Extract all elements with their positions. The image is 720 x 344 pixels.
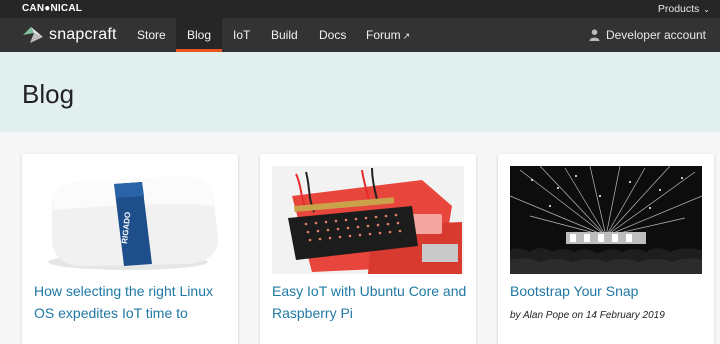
concert-crowd-image[interactable] xyxy=(510,166,702,274)
external-link-icon: ↗ xyxy=(402,31,411,41)
byline-mid: on xyxy=(571,310,584,321)
snapcraft-bird-icon xyxy=(23,27,43,43)
page-title: Blog xyxy=(22,79,75,109)
blog-card: Easy IoT with Ubuntu Core and Raspberry … xyxy=(260,154,476,344)
card-title-link[interactable]: How selecting the right Linux OS expedit… xyxy=(34,280,230,324)
canonical-topbar: CAN●NICAL Products ⌄ xyxy=(0,0,720,18)
rigado-gateway-image[interactable]: RIGADO xyxy=(34,166,226,274)
products-menu[interactable]: Products ⌄ xyxy=(658,3,710,15)
nav-forum[interactable]: Forum ↗ xyxy=(355,18,421,52)
byline-author: Alan Pope xyxy=(522,310,570,321)
nav-iot[interactable]: IoT xyxy=(222,18,261,52)
nav-forum-label: Forum xyxy=(366,28,401,42)
products-label: Products xyxy=(657,3,700,15)
developer-account-link[interactable]: Developer account xyxy=(589,18,706,52)
main-navbar: snapcraft Store Blog IoT Build Docs Foru… xyxy=(0,18,720,52)
developer-account-label: Developer account xyxy=(605,28,706,42)
nav-build[interactable]: Build xyxy=(260,18,309,52)
byline-prefix: by xyxy=(510,310,521,321)
card-byline: by Alan Pope on 14 February 2019 xyxy=(510,310,665,321)
nav-store[interactable]: Store xyxy=(126,18,177,52)
blog-card: Bootstrap Your Snap by Alan Pope on 14 F… xyxy=(498,154,714,344)
logo-text: snapcraft xyxy=(49,26,117,43)
page-hero: Blog xyxy=(0,52,720,132)
nav-blog[interactable]: Blog xyxy=(176,18,223,52)
nav-docs[interactable]: Docs xyxy=(308,18,357,52)
canonical-logo[interactable]: CAN●NICAL xyxy=(22,3,82,14)
card-title-link[interactable]: Bootstrap Your Snap xyxy=(510,280,706,302)
raspberry-pi-hat-image[interactable] xyxy=(272,166,464,274)
user-icon xyxy=(589,29,600,41)
byline-date: 14 February 2019 xyxy=(585,310,665,321)
blog-card: RIGADO How selecting the right Linux OS … xyxy=(22,154,238,344)
snapcraft-logo[interactable]: snapcraft xyxy=(22,24,117,46)
chevron-down-icon: ⌄ xyxy=(703,5,710,14)
card-title-link[interactable]: Easy IoT with Ubuntu Core and Raspberry … xyxy=(272,280,468,324)
